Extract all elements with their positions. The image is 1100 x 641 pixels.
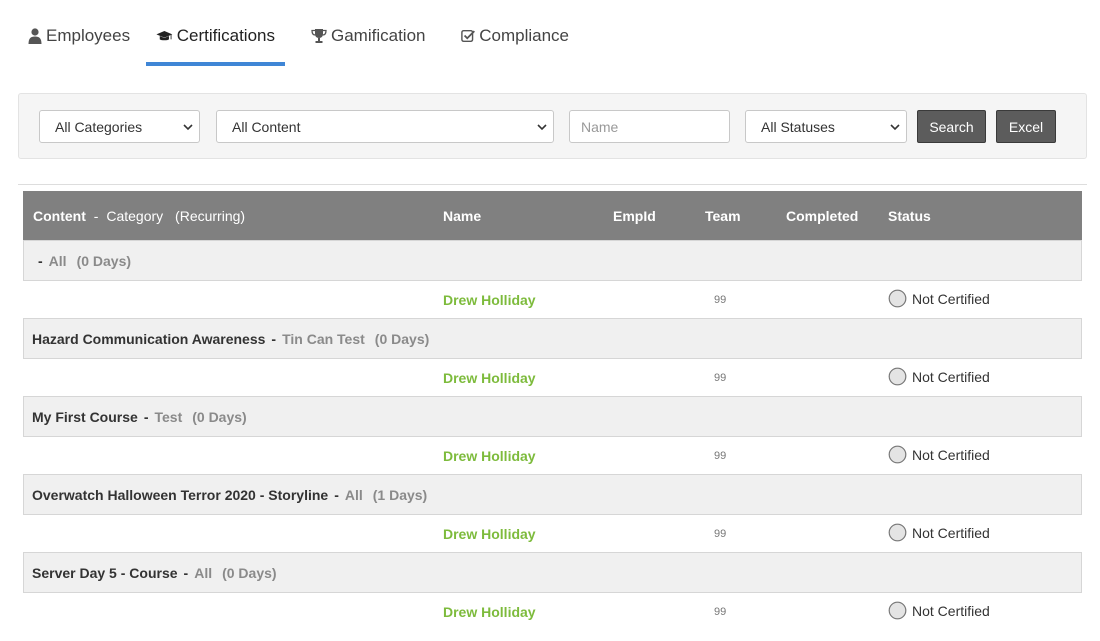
content-select-value: All Content [232,118,301,135]
header-dash: - [93,208,99,224]
header-status: Status [888,208,931,224]
chevron-down-icon [183,123,193,130]
team-value: 99 [714,372,727,384]
status-text: Not Certified [912,524,990,541]
table-row: Drew Holliday 99 Not Certified [23,515,1082,552]
trophy-icon [311,29,327,43]
group-separator: - [271,330,277,347]
employee-name-link[interactable]: Drew Holliday [443,526,536,542]
team-value: 99 [714,294,727,306]
team-value: 99 [714,528,727,540]
tab-employees[interactable]: Employees [18,20,146,66]
group-content: Overwatch Halloween Terror 2020 - Storyl… [32,486,329,503]
status-text: Not Certified [912,446,990,463]
status-select[interactable]: All Statuses [745,110,907,143]
group-content: My First Course [32,408,138,425]
group-separator: - [334,486,339,503]
employee-name-link[interactable]: Drew Holliday [443,292,536,308]
name-input-placeholder: Name [581,118,619,135]
group-row: Overwatch Halloween Terror 2020 - Storyl… [23,474,1082,515]
table-row: Drew Holliday 99 Not Certified [23,281,1082,318]
table-row: Drew Holliday 99 Not Certified [23,437,1082,474]
group-separator: - [183,564,189,581]
tab-label: Compliance [479,26,569,45]
table-row: Drew Holliday 99 Not Certified [23,593,1082,630]
table-row: Drew Holliday 99 Not Certified [23,359,1082,396]
header-empid: EmpId [613,208,656,224]
group-separator: - [143,408,149,425]
tab-compliance[interactable]: Compliance [439,20,579,66]
tab-label: Employees [46,26,131,45]
category-select[interactable]: All Categories [39,110,200,143]
status-cell: Not Certified [888,289,990,308]
search-button[interactable]: Search [917,110,986,143]
team-value: 99 [714,450,727,462]
table-header: Content - Category (Recurring) Name EmpI… [23,191,1082,240]
group-category: All [344,486,363,503]
divider [18,184,1087,185]
group-category: All [194,564,213,581]
group-row: Server Day 5 - Course - All (0 Days) [23,552,1082,593]
group-category: Tin Can Test [282,330,365,347]
circle-icon [888,445,907,464]
group-row: Hazard Communication Awareness - Tin Can… [23,318,1082,359]
certifications-table: Content - Category (Recurring) Name EmpI… [23,191,1082,630]
group-days: (1 Days) [372,486,428,503]
group-content: Hazard Communication Awareness [32,330,266,347]
group-days: (0 Days) [374,330,430,347]
graduation-cap-icon [156,30,173,41]
header-content: Content - Category (Recurring) [33,208,245,224]
team-value: 99 [714,606,727,618]
status-cell: Not Certified [888,523,990,542]
circle-icon [888,367,907,386]
group-days: (0 Days) [76,252,132,269]
category-select-value: All Categories [55,118,143,135]
excel-button[interactable]: Excel [996,110,1056,143]
group-category: Test [154,408,183,425]
group-content: Server Day 5 - Course [32,564,178,581]
status-cell: Not Certified [888,601,990,620]
status-text: Not Certified [912,368,990,385]
group-category: All [48,252,67,269]
check-square-icon [461,29,475,43]
nav-tabs: Employees Certifications Gamification Co… [18,20,579,66]
table-body: - All (0 Days) Drew Holliday 99 Not Cert… [23,240,1082,630]
tab-label: Gamification [331,26,426,45]
status-select-value: All Statuses [761,118,835,135]
group-days: (0 Days) [222,564,277,581]
group-row: My First Course - Test (0 Days) [23,396,1082,437]
header-completed: Completed [786,208,859,224]
chevron-down-icon [537,123,547,130]
employee-name-link[interactable]: Drew Holliday [443,604,536,620]
status-cell: Not Certified [888,445,990,464]
group-separator: - [38,252,43,269]
circle-icon [888,523,907,542]
header-content-label: Content [33,208,86,224]
tab-gamification[interactable]: Gamification [285,20,439,66]
header-category-label: Category [106,208,164,224]
group-row: - All (0 Days) [23,240,1082,281]
employee-name-link[interactable]: Drew Holliday [443,370,536,386]
status-cell: Not Certified [888,367,990,386]
group-days: (0 Days) [192,408,247,425]
header-team: Team [705,208,741,224]
tab-certifications[interactable]: Certifications [146,20,285,66]
chevron-down-icon [890,123,900,130]
circle-icon [888,601,907,620]
employee-name-link[interactable]: Drew Holliday [443,448,536,464]
status-text: Not Certified [912,290,990,307]
status-text: Not Certified [912,602,990,619]
header-name: Name [443,208,482,224]
filter-panel: All Categories All Content Name All Stat… [18,93,1087,159]
name-input[interactable]: Name [569,110,730,143]
circle-icon [888,289,907,308]
tab-label: Certifications [176,26,275,45]
user-icon [28,28,42,44]
content-select[interactable]: All Content [216,110,554,143]
header-recurring-label: (Recurring) [175,208,246,224]
